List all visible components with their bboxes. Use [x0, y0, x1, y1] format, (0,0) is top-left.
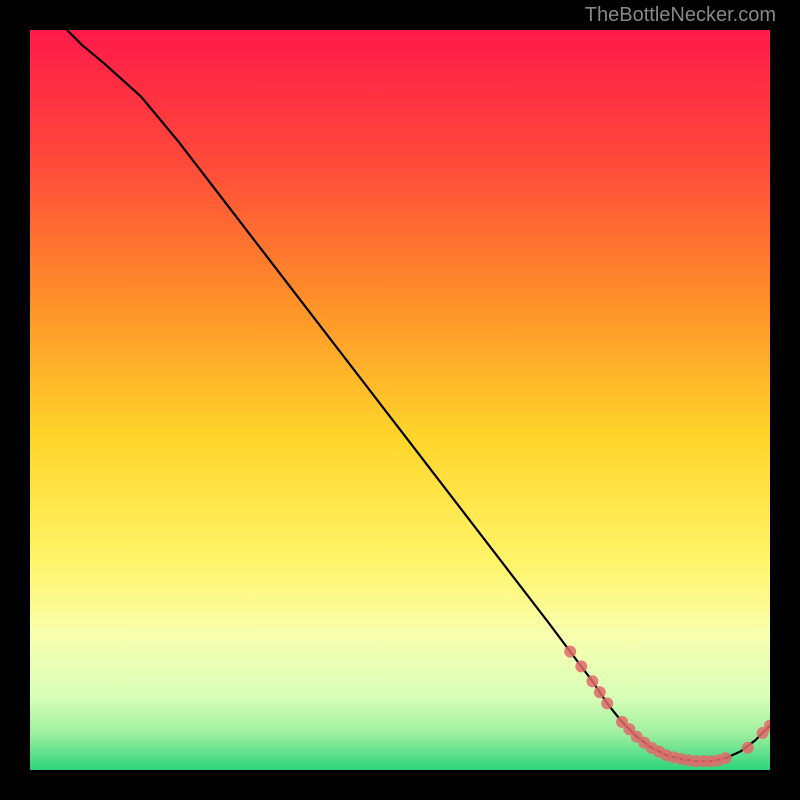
dot-highlight-dots-upper: [575, 660, 587, 672]
dot-highlight-dots-rise: [742, 742, 754, 754]
plot-area: [30, 30, 770, 770]
dot-highlight-dots-cluster: [720, 752, 732, 764]
dot-highlight-dots-upper: [594, 686, 606, 698]
gradient-background: [30, 30, 770, 770]
dot-highlight-dots-upper: [601, 697, 613, 709]
watermark-text: TheBottleNecker.com: [585, 4, 776, 27]
chart-container: TheBottleNecker.com: [0, 0, 800, 800]
dot-highlight-dots-upper: [564, 646, 576, 658]
chart-svg: [30, 30, 770, 770]
dot-highlight-dots-upper: [586, 675, 598, 687]
